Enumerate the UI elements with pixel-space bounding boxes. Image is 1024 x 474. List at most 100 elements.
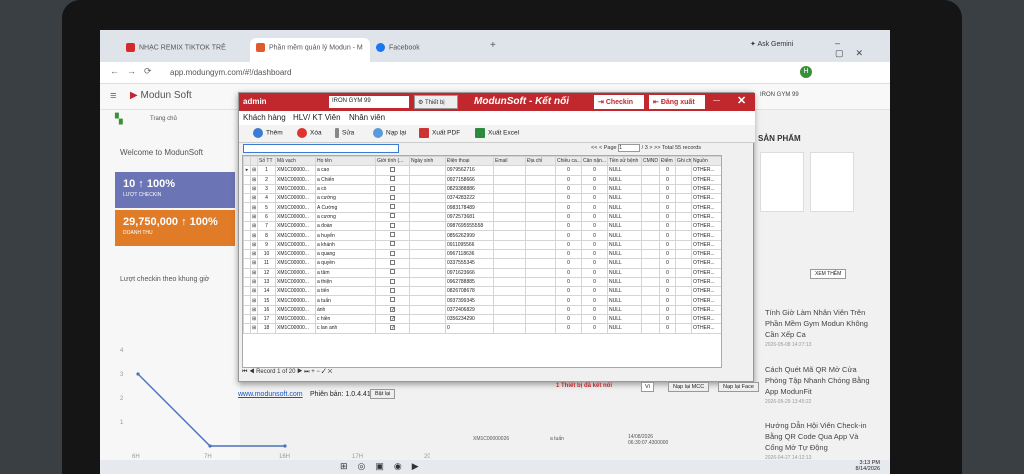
grid-cell[interactable]: ánh — [315, 304, 376, 316]
grid-cell[interactable]: 0356234290 — [445, 314, 494, 325]
grid-cell[interactable]: 0 — [555, 202, 582, 213]
grid-cell[interactable]: 6 — [257, 211, 276, 223]
gender-checkbox[interactable] — [390, 297, 395, 303]
search-input[interactable] — [243, 144, 399, 153]
news-item-3[interactable]: Hướng Dẫn Hội Viên Check-in Bằng QR Code… — [765, 420, 873, 464]
grid-cell[interactable] — [675, 248, 692, 260]
grid-cell[interactable] — [641, 221, 660, 232]
grid-cell[interactable] — [641, 230, 660, 241]
grid-cell[interactable]: XM1C00000... — [275, 314, 316, 325]
table-row[interactable]: ⊞ 5 XM1C00000... A Cường 0983178489 0 0 NULL 0 OT… — [243, 202, 721, 213]
table-row[interactable]: ⊞ 7 XM1C00000... a đoàn 0987695555558 0 0 NULL 0… — [243, 221, 721, 232]
grid-cell[interactable]: a quyền — [315, 258, 376, 269]
grid-cell[interactable]: 8 — [257, 230, 276, 241]
grid-cell[interactable]: 14 — [257, 286, 276, 297]
grid-cell[interactable] — [525, 286, 556, 297]
grid-column-header[interactable]: Chiều ca... — [555, 156, 582, 167]
grid-cell[interactable] — [493, 276, 526, 288]
export-pdf-button[interactable]: Xuất PDF — [419, 128, 460, 138]
grid-cell[interactable] — [243, 276, 251, 288]
grid-cell[interactable]: 0 — [659, 211, 676, 223]
grid-cell[interactable]: XM1C00000... — [275, 183, 316, 195]
grid-cell[interactable]: ⊞ — [250, 211, 258, 223]
grid-cell[interactable]: a khánh — [315, 239, 376, 250]
grid-cell[interactable] — [243, 193, 251, 204]
news-item-2[interactable]: Cách Quét Mã QR Mở Cửa Phòng Tập Nhanh C… — [765, 364, 873, 408]
grid-cell[interactable]: NULL — [607, 239, 642, 250]
table-row[interactable]: ⊞ 14 XM1C00000... a tiến 0826708678 0 0 NULL 0 OT… — [243, 286, 721, 297]
grid-cell[interactable] — [525, 295, 556, 306]
grid-cell[interactable]: 0 — [581, 211, 608, 223]
grid-cell[interactable] — [675, 165, 692, 176]
grid-cell[interactable]: NULL — [607, 295, 642, 306]
grid-column-header[interactable]: Mã vạch — [275, 156, 316, 167]
grid-cell[interactable] — [641, 165, 660, 176]
grid-cell[interactable]: 0937399345 — [445, 295, 494, 306]
grid-column-header[interactable]: Cân nặn... — [581, 156, 608, 167]
gender-checkbox[interactable]: ✓ — [390, 306, 395, 312]
grid-cell[interactable]: 10 — [257, 248, 276, 260]
grid-cell[interactable]: a quang — [315, 248, 376, 260]
grid-cell[interactable] — [675, 276, 692, 288]
table-row[interactable]: ⊞ 10 XM1C00000... a quang 0967118636 0 0 NULL 0 O… — [243, 248, 721, 260]
grid-cell[interactable]: 0 — [555, 183, 582, 195]
gender-checkbox[interactable] — [390, 259, 395, 265]
gender-checkbox[interactable] — [390, 250, 395, 256]
grid-cell[interactable]: 0 — [659, 221, 676, 232]
grid-cell[interactable]: 9 — [257, 239, 276, 250]
grid-cell[interactable]: 0 — [445, 323, 494, 334]
grid-cell[interactable]: 0 — [581, 221, 608, 232]
grid-cell[interactable] — [243, 239, 251, 250]
grid-cell[interactable] — [409, 267, 446, 278]
grid-cell[interactable] — [409, 221, 446, 232]
grid-cell[interactable] — [493, 193, 526, 204]
grid-cell[interactable]: a đoàn — [315, 221, 376, 232]
grid-cell[interactable]: 1 — [257, 165, 276, 176]
grid-cell[interactable] — [493, 230, 526, 241]
data-point[interactable] — [283, 444, 287, 448]
grid-cell[interactable]: 0337555345 — [445, 258, 494, 269]
apps-grid-icon[interactable]: ▚ — [115, 114, 123, 125]
gender-checkbox[interactable] — [390, 269, 395, 275]
grid-cell[interactable]: 0 — [555, 323, 582, 334]
grid-cell[interactable]: 0374283222 — [445, 193, 494, 204]
grid-cell[interactable] — [375, 267, 410, 278]
grid-cell[interactable]: OTHER... — [691, 314, 721, 325]
grid-cell[interactable]: OTHER... — [691, 295, 721, 306]
close-icon[interactable]: ✕ — [737, 94, 746, 107]
table-row[interactable]: ⊞ 4 XM1C00000... a cường 0374283222 0 0 NULL 0 OT… — [243, 193, 721, 204]
gender-checkbox[interactable]: ✓ — [390, 316, 395, 322]
minimize-button[interactable]: — — [713, 97, 720, 104]
grid-cell[interactable]: 17 — [257, 314, 276, 325]
grid-cell[interactable]: 18 — [257, 323, 276, 334]
grid-cell[interactable] — [243, 221, 251, 232]
revenue-card[interactable]: 29,750,000 ↑ 100% DOANH THU — [115, 210, 235, 246]
grid-cell[interactable] — [243, 323, 251, 334]
grid-cell[interactable]: ⊞ — [250, 202, 258, 213]
grid-cell[interactable]: 0979562716 — [445, 165, 494, 176]
grid-cell[interactable]: 0 — [659, 295, 676, 306]
grid-cell[interactable]: ⊞ — [250, 174, 258, 185]
table-row[interactable]: ⊞ 15 XM1C00000... a tuấn 0937399345 0 0 NULL 0 OT… — [243, 295, 721, 306]
grid-cell[interactable] — [641, 267, 660, 278]
grid-cell[interactable]: 0 — [555, 221, 582, 232]
grid-cell[interactable]: 0 — [581, 239, 608, 250]
grid-cell[interactable]: ▸ — [243, 165, 251, 176]
grid-cell[interactable]: 0 — [555, 267, 582, 278]
grid-cell[interactable] — [243, 230, 251, 241]
grid-cell[interactable]: OTHER... — [691, 165, 721, 176]
grid-cell[interactable]: 0 — [659, 276, 676, 288]
grid-cell[interactable]: NULL — [607, 193, 642, 204]
grid-cell[interactable] — [525, 221, 556, 232]
grid-cell[interactable] — [675, 211, 692, 223]
grid-cell[interactable]: 11 — [257, 258, 276, 269]
grid-cell[interactable]: XM1C00000... — [275, 211, 316, 223]
reload-button[interactable]: Nạp lại — [373, 128, 406, 138]
grid-cell[interactable]: XM1C00000... — [275, 174, 316, 185]
product-thumb-2[interactable] — [810, 152, 854, 212]
grid-cell[interactable]: ⊞ — [250, 165, 258, 176]
grid-cell[interactable] — [525, 304, 556, 316]
grid-cell[interactable]: 0 — [659, 248, 676, 260]
grid-cell[interactable]: 0 — [581, 174, 608, 185]
grid-cell[interactable]: OTHER... — [691, 286, 721, 297]
